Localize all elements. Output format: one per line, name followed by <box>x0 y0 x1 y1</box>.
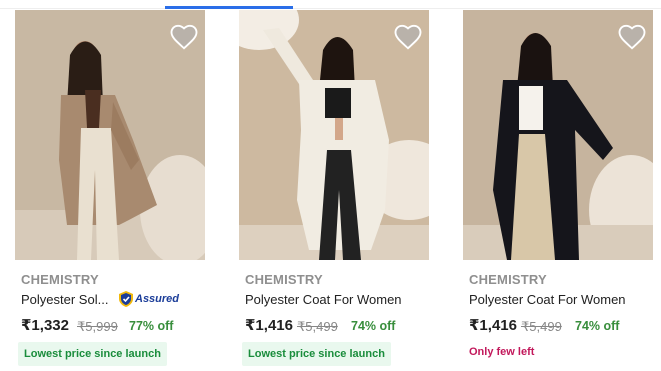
product-price: ₹1,416 <box>245 317 293 334</box>
product-card-2[interactable]: CHEMISTRY Polyester Coat For Women ₹1,41… <box>239 10 429 371</box>
lowest-price-badge: Lowest price since launch <box>242 342 391 366</box>
wishlist-heart-icon[interactable] <box>617 22 647 52</box>
product-mrp: ₹5,499 <box>297 319 338 334</box>
product-discount: 74% off <box>351 319 396 333</box>
product-brand: CHEMISTRY <box>21 272 99 287</box>
lowest-price-badge: Lowest price since launch <box>18 342 167 366</box>
top-tab-strip <box>0 0 661 9</box>
active-tab-indicator <box>165 6 293 9</box>
assured-shield-icon <box>119 291 133 307</box>
product-discount: 74% off <box>575 319 620 333</box>
product-name[interactable]: Polyester Sol... <box>21 292 108 307</box>
product-name[interactable]: Polyester Coat For Women <box>245 292 402 307</box>
product-card-1[interactable]: CHEMISTRY Polyester Sol... Assured ₹1,33… <box>15 10 205 371</box>
assured-badge: Assured <box>119 291 179 307</box>
wishlist-heart-icon[interactable] <box>169 22 199 52</box>
product-mrp: ₹5,999 <box>77 319 118 334</box>
product-brand: CHEMISTRY <box>469 272 547 287</box>
stock-warning: Only few left <box>469 346 535 358</box>
product-brand: CHEMISTRY <box>245 272 323 287</box>
product-price: ₹1,416 <box>469 317 517 334</box>
product-price: ₹1,332 <box>21 317 69 334</box>
wishlist-heart-icon[interactable] <box>393 22 423 52</box>
product-discount: 77% off <box>129 319 174 333</box>
product-mrp: ₹5,499 <box>521 319 562 334</box>
product-card-3[interactable]: CHEMISTRY Polyester Coat For Women ₹1,41… <box>463 10 653 371</box>
product-name[interactable]: Polyester Coat For Women <box>469 292 626 307</box>
assured-label: Assured <box>135 293 180 305</box>
